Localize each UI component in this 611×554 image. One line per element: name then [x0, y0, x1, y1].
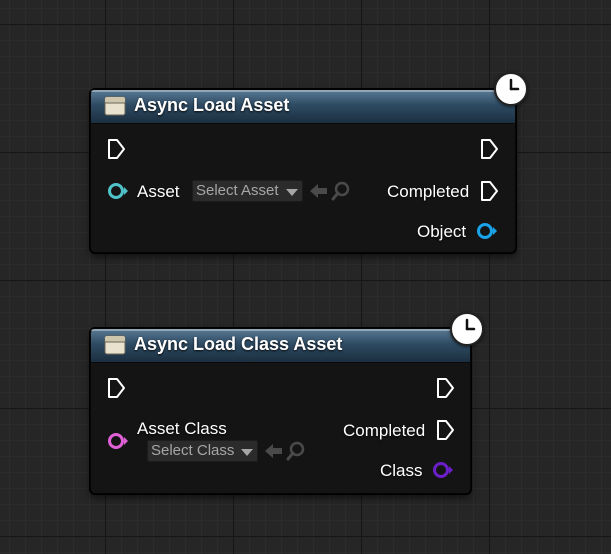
exec-output-pin[interactable]: [480, 138, 500, 160]
clock-hands: [465, 318, 476, 331]
async-load-class-asset-node[interactable]: Async Load Class Asset Asset Class Selec…: [90, 328, 471, 494]
use-selected-class-arrow-icon[interactable]: [264, 442, 284, 460]
function-node-icon: [104, 335, 126, 355]
select-asset-dropdown[interactable]: Select Asset: [192, 180, 303, 202]
completed-output-label: Completed: [343, 421, 426, 440]
asset-class-input-pin[interactable]: [107, 431, 131, 451]
exec-output-pin[interactable]: [436, 377, 456, 399]
browse-class-search-icon[interactable]: [286, 441, 306, 461]
class-output-label: Class: [380, 461, 423, 480]
clock-hands: [509, 78, 520, 91]
node-title: Async Load Asset: [134, 95, 290, 115]
clock-icon: [494, 72, 528, 106]
select-class-dropdown[interactable]: Select Class: [147, 440, 258, 462]
function-node-icon: [104, 96, 126, 116]
exec-input-pin[interactable]: [107, 138, 127, 160]
header-gloss: [91, 90, 515, 92]
async-load-asset-node[interactable]: Async Load Asset Asset Select Asset Comp…: [90, 89, 516, 253]
chevron-down-icon: [241, 449, 253, 456]
object-output-label: Object: [417, 222, 467, 241]
dropdown-value: Select Asset: [196, 182, 279, 199]
class-output-pin[interactable]: [432, 460, 456, 480]
node-header[interactable]: Async Load Class Asset: [91, 329, 470, 363]
browse-asset-search-icon[interactable]: [331, 181, 351, 201]
completed-exec-output-pin[interactable]: [436, 419, 456, 441]
completed-exec-output-pin[interactable]: [480, 180, 500, 202]
chevron-down-icon: [286, 189, 298, 196]
use-selected-asset-arrow-icon[interactable]: [309, 182, 329, 200]
object-output-pin[interactable]: [476, 221, 500, 241]
header-gloss: [91, 329, 470, 331]
clock-icon: [450, 312, 484, 346]
node-header[interactable]: Async Load Asset: [91, 90, 515, 124]
dropdown-value: Select Class: [151, 442, 235, 459]
asset-pin-label: Asset: [137, 182, 180, 201]
exec-input-pin[interactable]: [107, 377, 127, 399]
completed-output-label: Completed: [387, 182, 470, 201]
asset-class-pin-label: Asset Class: [137, 419, 227, 438]
node-title: Async Load Class Asset: [134, 334, 343, 354]
asset-input-pin[interactable]: [107, 181, 131, 201]
